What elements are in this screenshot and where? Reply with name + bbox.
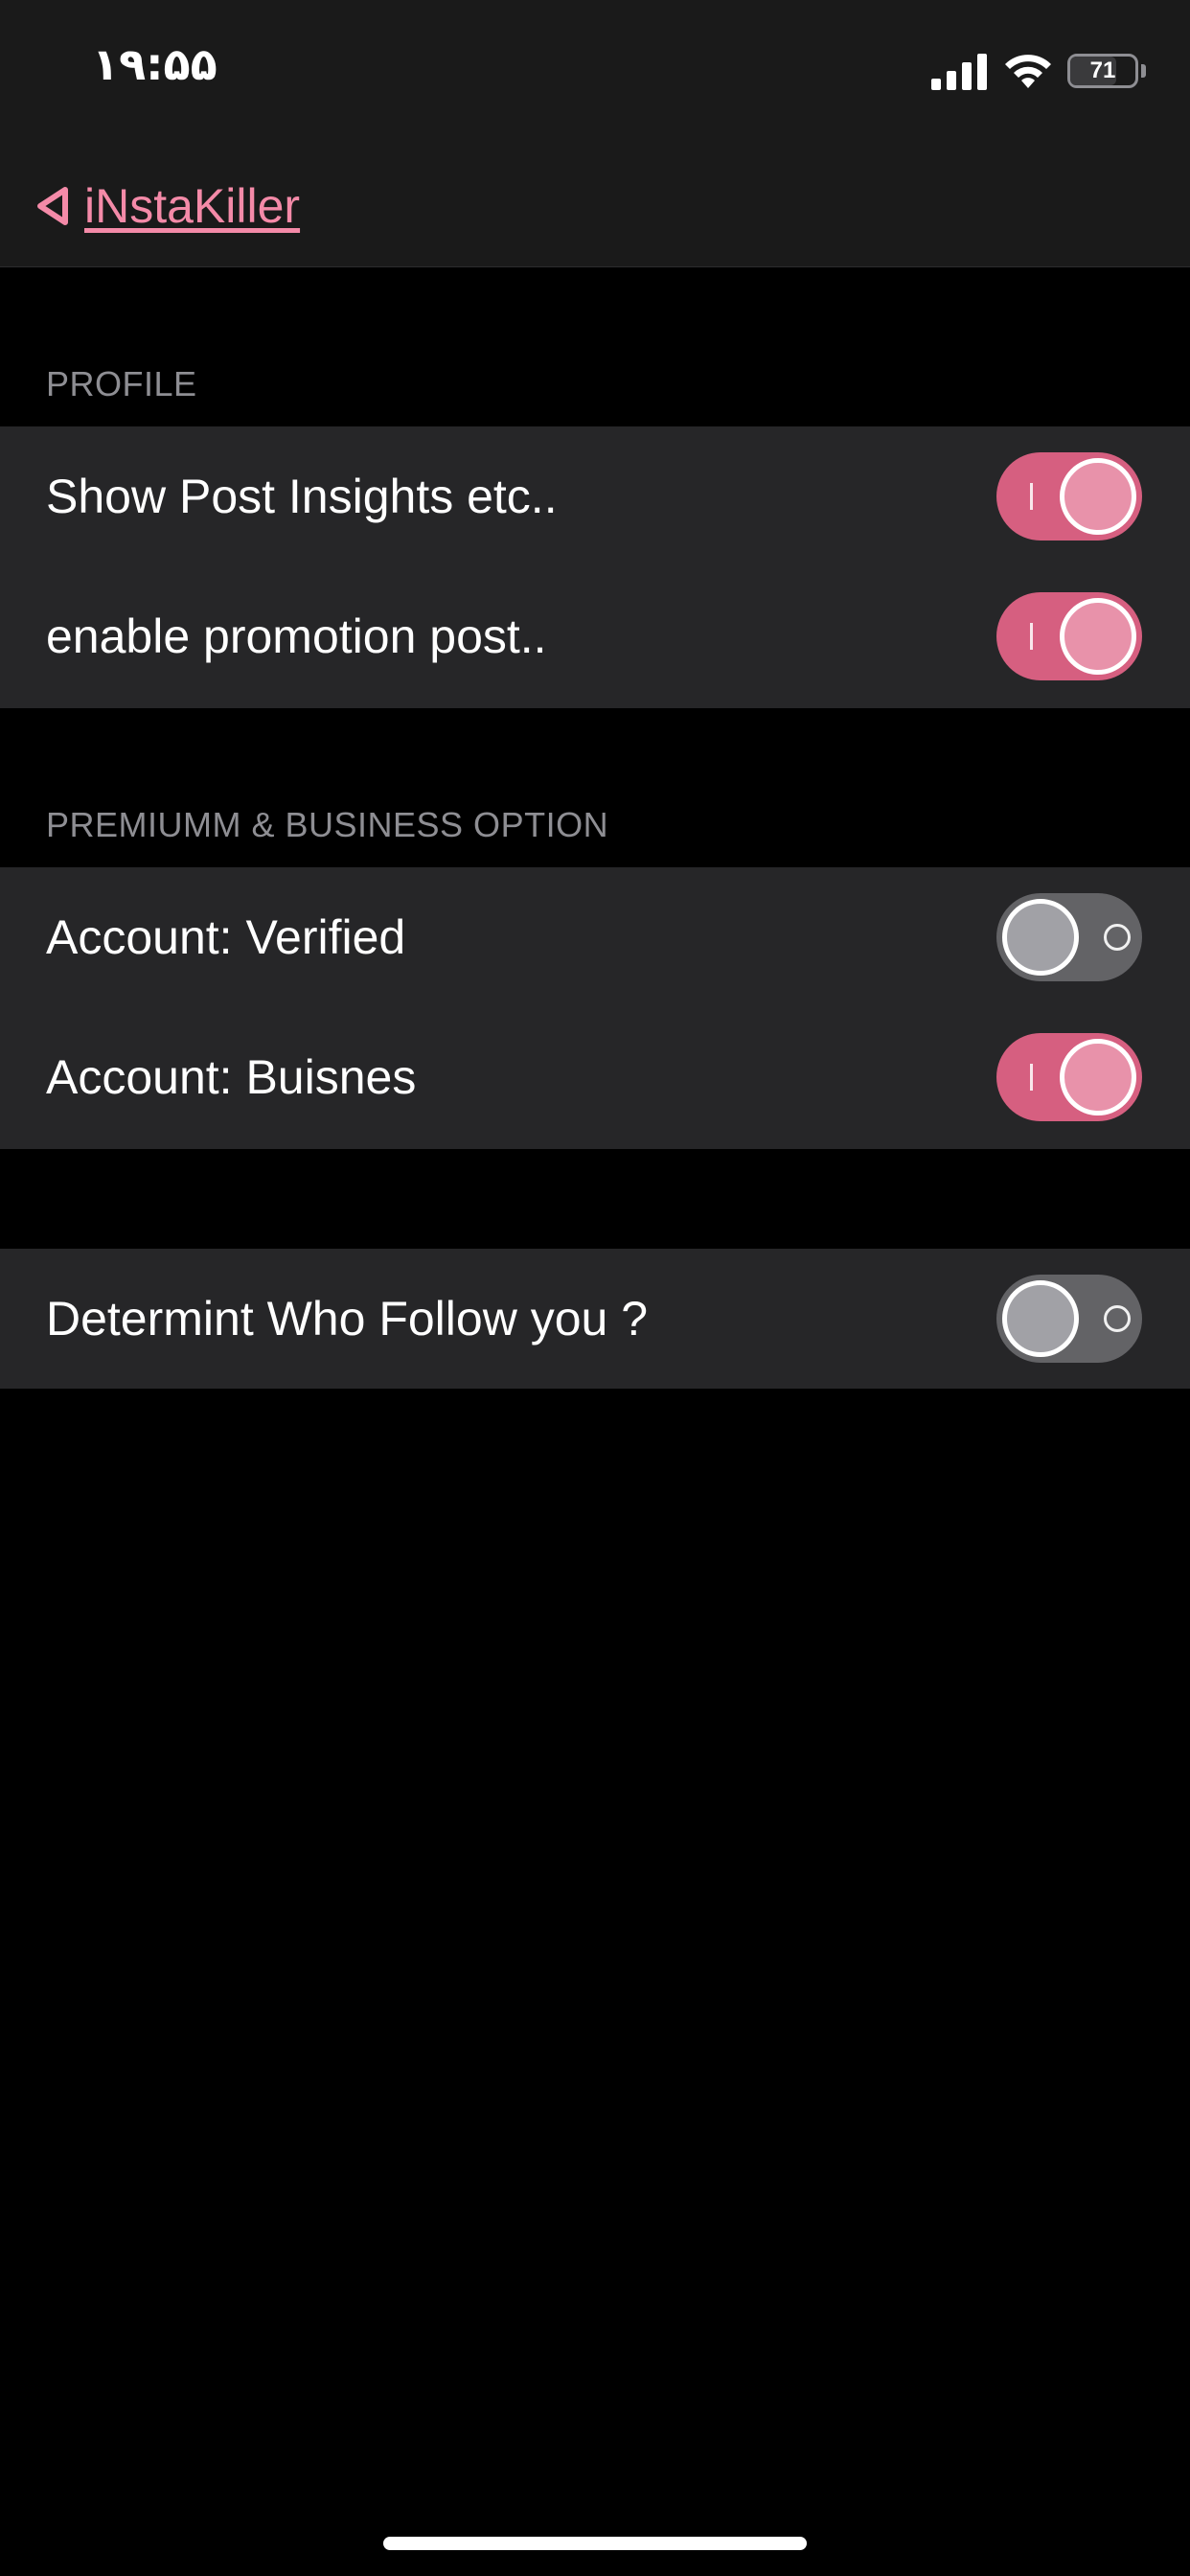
toggle-off-mark — [1104, 924, 1131, 951]
setting-label: Determint Who Follow you ? — [46, 1292, 649, 1346]
setting-row-determine-followers: Determint Who Follow you ? — [0, 1249, 1190, 1389]
battery-nub — [1141, 64, 1146, 78]
battery-icon: 71 — [1067, 54, 1148, 92]
setting-row-enable-promotion-post: enable promotion post.. — [0, 566, 1190, 706]
toggle-knob — [1060, 458, 1136, 535]
settings-group-premium-business: Account: Verified Account: Buisnes — [0, 867, 1190, 1149]
signal-icon — [931, 54, 987, 90]
toggle-knob — [1060, 1039, 1136, 1116]
settings-group-followers: Determint Who Follow you ? — [0, 1249, 1190, 1389]
back-button[interactable]: iNstaKiller — [33, 172, 300, 240]
determine-followers-toggle[interactable] — [996, 1275, 1142, 1363]
section-header-premium-business: PREMIUMM & BUSINESS OPTION — [46, 805, 609, 844]
enable-promotion-post-toggle[interactable] — [996, 592, 1142, 680]
account-business-toggle[interactable] — [996, 1033, 1142, 1121]
battery-percent: 71 — [1089, 58, 1116, 83]
back-button-label: iNstaKiller — [84, 179, 301, 233]
account-verified-toggle[interactable] — [996, 893, 1142, 981]
setting-label: Account: Buisnes — [46, 1050, 417, 1104]
home-indicator[interactable] — [383, 2537, 807, 2550]
status-bar: ۱۹:۵۵ 71 — [0, 0, 1190, 144]
setting-row-account-business: Account: Buisnes — [0, 1007, 1190, 1147]
section-header-profile: PROFILE — [46, 364, 197, 403]
toggle-knob — [1060, 598, 1136, 675]
setting-label: Show Post Insights etc.. — [46, 470, 558, 523]
back-triangle-icon — [37, 187, 68, 225]
toggle-on-mark — [1030, 623, 1033, 650]
setting-row-show-post-insights: Show Post Insights etc.. — [0, 426, 1190, 566]
status-time: ۱۹:۵۵ — [92, 38, 217, 90]
setting-label: enable promotion post.. — [46, 610, 547, 663]
toggle-off-mark — [1104, 1305, 1131, 1332]
setting-row-account-verified: Account: Verified — [0, 867, 1190, 1007]
navigation-bar: iNstaKiller — [0, 144, 1190, 267]
settings-group-profile: Show Post Insights etc.. enable promotio… — [0, 426, 1190, 708]
toggle-on-mark — [1030, 1064, 1033, 1091]
toggle-on-mark — [1030, 483, 1033, 510]
setting-label: Account: Verified — [46, 910, 406, 964]
show-post-insights-toggle[interactable] — [996, 452, 1142, 540]
wifi-icon — [1005, 55, 1051, 88]
toggle-knob — [1002, 1280, 1079, 1357]
settings-screen: ۱۹:۵۵ 71 iNstaKiller PROFILE Show Post I… — [0, 0, 1190, 2576]
toggle-knob — [1002, 899, 1079, 976]
